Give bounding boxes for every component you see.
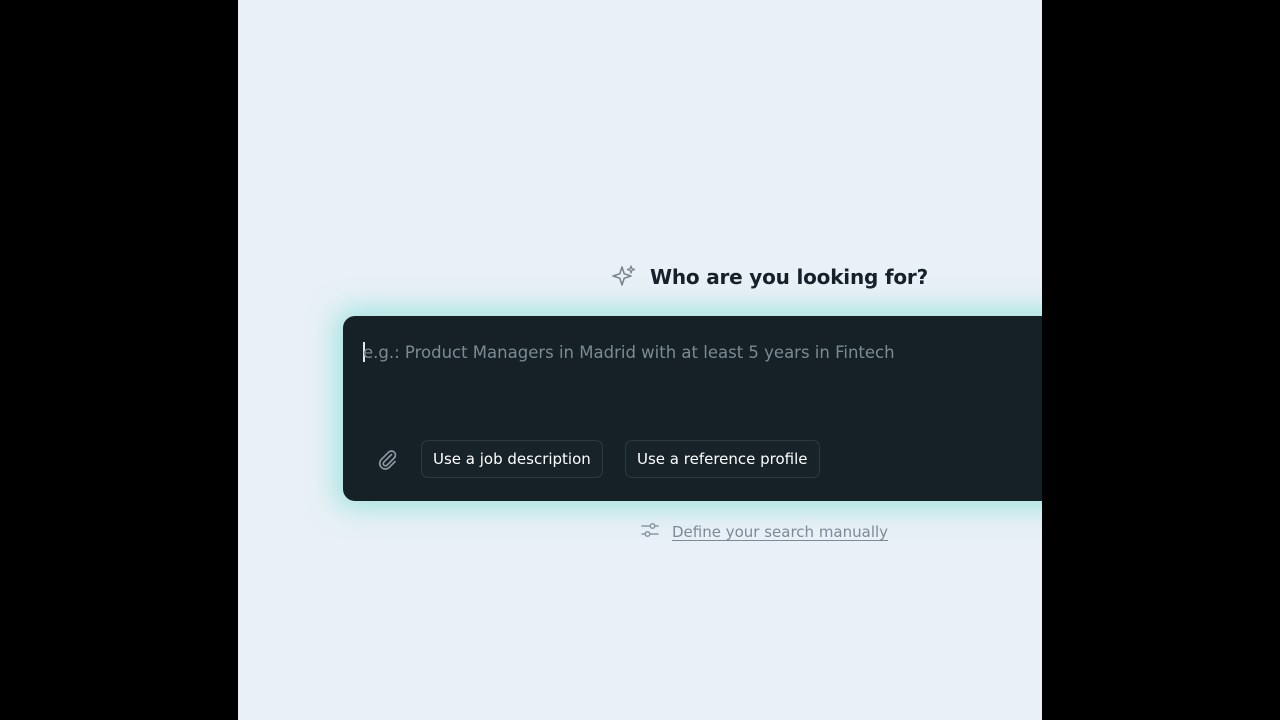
paperclip-icon[interactable]	[373, 446, 401, 474]
use-job-description-label: Use a job description	[433, 450, 591, 468]
sparkle-icon	[610, 263, 638, 291]
use-job-description-button[interactable]: Use a job description	[421, 440, 603, 478]
define-search-manually-label: Define your search manually	[672, 523, 889, 541]
search-card: Use a job description Use a reference pr…	[343, 316, 1042, 501]
define-search-manually-link[interactable]: Define your search manually	[640, 520, 888, 544]
prompt-heading: Who are you looking for?	[610, 262, 928, 292]
use-reference-profile-button[interactable]: Use a reference profile	[625, 440, 820, 478]
use-reference-profile-label: Use a reference profile	[637, 450, 808, 468]
sliders-icon	[640, 520, 660, 544]
search-input[interactable]	[363, 334, 1023, 370]
page-canvas: Who are you looking for? Use a job descr…	[238, 0, 1042, 720]
page-title: Who are you looking for?	[650, 265, 928, 289]
